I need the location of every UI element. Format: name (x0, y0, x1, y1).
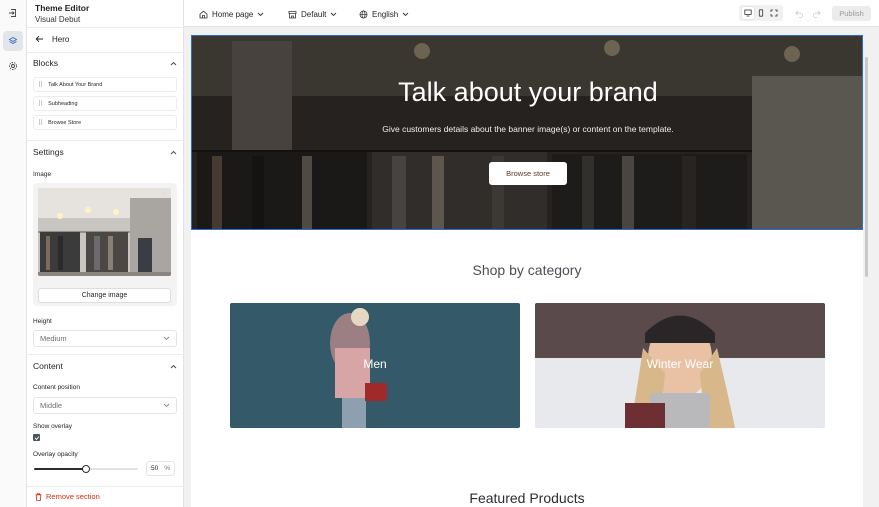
fullscreen-view-button[interactable] (768, 7, 780, 19)
block-label: Talk About Your Brand (48, 81, 103, 88)
height-label: Height (33, 318, 52, 325)
app-title: Theme Editor (35, 3, 90, 13)
chevron-down-icon (258, 12, 264, 16)
block-item[interactable]: ⠿ Talk About Your Brand (33, 77, 177, 92)
preview-canvas: Talk about your brand Give customers det… (184, 27, 879, 507)
divider (27, 52, 184, 53)
settings-header[interactable]: Settings (33, 145, 177, 159)
arrow-left-icon (35, 35, 43, 43)
chevron-up-icon (170, 61, 177, 65)
remove-section-button[interactable]: Remove section (35, 492, 100, 501)
device-switcher (739, 5, 783, 21)
icon-rail (0, 0, 27, 507)
block-item[interactable]: ⠿ Subheading (33, 96, 177, 111)
blocks-header[interactable]: Blocks (33, 56, 177, 70)
category-card-men[interactable]: Men (230, 303, 520, 428)
category-card-winter-wear[interactable]: Winter Wear (535, 303, 825, 428)
divider (27, 486, 184, 487)
show-overlay-checkbox[interactable] (33, 434, 40, 441)
hero-heading: Talk about your brand (398, 77, 658, 107)
desktop-icon (744, 9, 752, 17)
page-selector[interactable]: Home page (199, 8, 264, 20)
mobile-icon (758, 9, 764, 17)
layers-icon (8, 36, 18, 45)
remove-section-label: Remove section (46, 492, 100, 501)
block-item[interactable]: ⠿ Browse Store (33, 115, 177, 130)
theme-name: Visual Debut (35, 15, 81, 24)
mobile-view-button[interactable] (755, 7, 767, 19)
page-selector-label: Home page (212, 9, 254, 19)
chevron-down-icon (331, 12, 337, 16)
preview-scrollbar[interactable] (865, 57, 868, 277)
blocks-heading: Blocks (33, 58, 59, 68)
exit-icon (9, 9, 16, 17)
content-position-value: Middle (40, 401, 63, 410)
divider (27, 27, 184, 28)
content-position-label: Content position (33, 384, 80, 391)
category-label: Winter Wear (646, 357, 714, 371)
undo-icon[interactable] (795, 9, 804, 18)
settings-sidebar: Theme Editor Visual Debut Hero Blocks ⠿ … (27, 0, 184, 507)
section-name: Hero (52, 34, 70, 44)
exit-button[interactable] (3, 3, 23, 23)
home-icon (199, 10, 208, 18)
publish-button[interactable]: Publish (832, 6, 871, 21)
show-overlay-label: Show overlay (33, 423, 73, 430)
redo-icon[interactable] (812, 9, 821, 18)
gear-icon (9, 62, 17, 70)
change-image-button[interactable]: Change image (38, 288, 171, 303)
globe-icon (359, 10, 368, 18)
block-label: Browse Store (48, 119, 82, 126)
content-position-select[interactable]: Middle (33, 397, 177, 414)
height-value: Medium (40, 334, 67, 343)
content-heading: Content (33, 361, 63, 371)
language-selector-label: English (372, 9, 399, 19)
drag-handle-icon[interactable]: ⠿ (38, 100, 43, 108)
settings-heading: Settings (33, 147, 64, 157)
content-header[interactable]: Content (33, 359, 177, 373)
chevron-up-icon (170, 150, 177, 154)
fullscreen-icon (770, 9, 778, 17)
featured-products-heading: Featured Products (469, 490, 585, 506)
back-button[interactable]: Hero (35, 33, 69, 45)
template-selector-label: Default (301, 9, 327, 19)
overlay-opacity-input[interactable]: 50 % (146, 461, 175, 476)
drag-handle-icon[interactable]: ⠿ (38, 119, 43, 127)
image-picker: ✕ Change image (33, 183, 177, 306)
storefront-preview: Talk about your brand Give customers det… (191, 35, 863, 507)
template-selector[interactable]: Default (288, 8, 337, 20)
hero-section[interactable]: Talk about your brand Give customers det… (191, 35, 863, 230)
theme-settings-button[interactable] (3, 56, 23, 76)
overlay-opacity-label: Overlay opacity (33, 451, 78, 458)
desktop-view-button[interactable] (741, 7, 754, 19)
slider-fill (34, 468, 86, 470)
browse-store-button[interactable]: Browse store (489, 162, 567, 185)
close-icon[interactable]: ✕ (160, 190, 167, 199)
sections-button[interactable] (3, 31, 23, 51)
editor-toolbar: Home page Default English Publish (184, 0, 879, 27)
block-label: Subheading (48, 100, 78, 107)
chevron-up-icon (170, 364, 177, 368)
opacity-unit: % (164, 465, 170, 472)
hero-image-thumbnail: ✕ (38, 188, 171, 276)
language-selector[interactable]: English (359, 8, 409, 20)
hero-subheading: Give customers details about the banner … (382, 124, 674, 134)
chevron-down-icon (163, 336, 170, 341)
shop-by-category-heading: Shop by category (472, 262, 582, 278)
image-label: Image (33, 171, 52, 178)
category-label: Men (363, 357, 387, 371)
chevron-down-icon (163, 403, 170, 408)
divider (27, 140, 184, 141)
store-icon (288, 10, 297, 18)
chevron-down-icon (402, 12, 409, 16)
drag-handle-icon[interactable]: ⠿ (38, 81, 43, 89)
height-select[interactable]: Medium (33, 330, 177, 347)
trash-icon (35, 492, 42, 501)
opacity-value: 50 (151, 465, 159, 472)
overlay-opacity-slider[interactable] (34, 465, 138, 473)
divider (27, 354, 184, 355)
slider-handle[interactable] (82, 465, 90, 473)
check-icon (34, 435, 39, 440)
